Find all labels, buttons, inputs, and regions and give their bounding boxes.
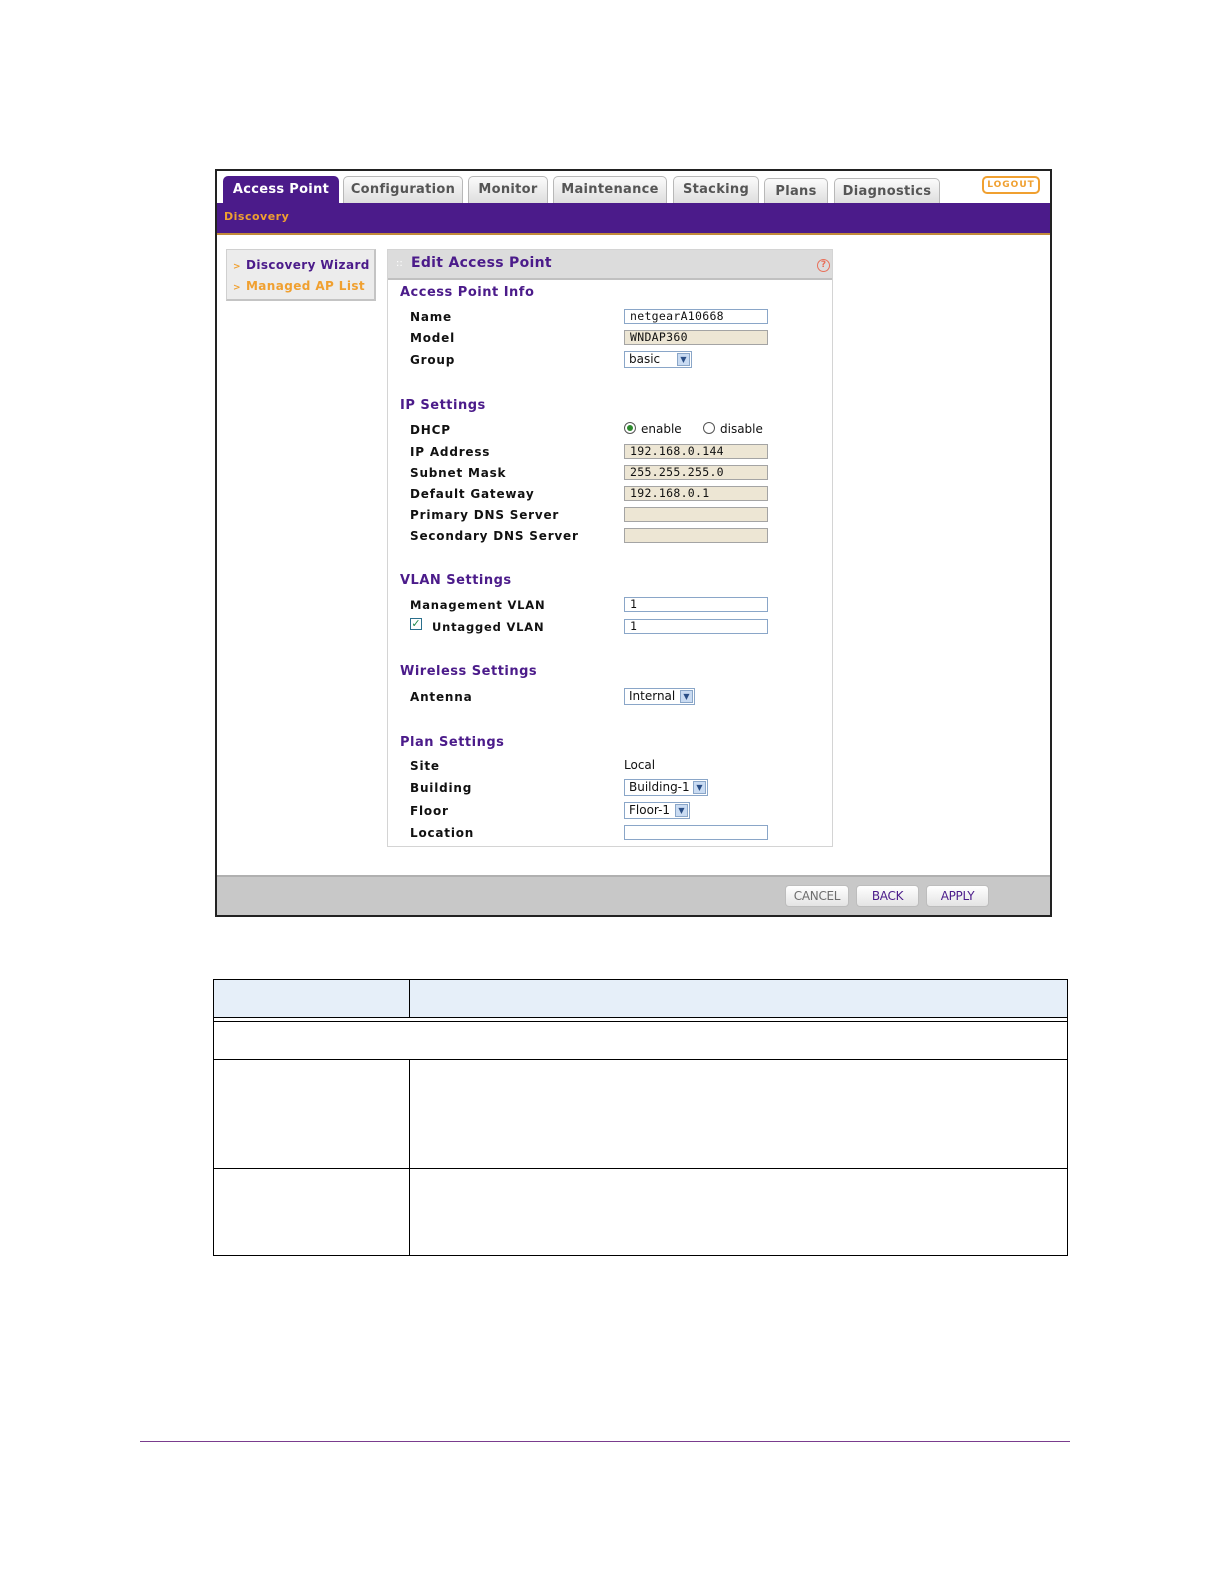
- back-button[interactable]: BACK: [856, 885, 919, 907]
- secondary-dns-field: [624, 528, 768, 543]
- dhcp-enable-radio[interactable]: [624, 422, 636, 434]
- table-border-bottom: [213, 1255, 1068, 1256]
- site-value: Local: [624, 758, 656, 772]
- table-header-row: [214, 980, 1067, 1017]
- group-select-value: basic: [629, 352, 661, 366]
- help-icon[interactable]: ?: [817, 259, 830, 272]
- dhcp-enable-label: enable: [641, 422, 682, 436]
- ap-management-window: Access Point Configuration Monitor Maint…: [215, 169, 1052, 917]
- management-vlan-input[interactable]: 1: [624, 597, 768, 612]
- tab-diagnostics[interactable]: Diagnostics: [834, 178, 940, 203]
- sidebar-item-discovery-wizard[interactable]: > Discovery Wizard: [233, 258, 370, 272]
- chevron-down-icon[interactable]: ▼: [680, 690, 693, 703]
- default-gateway-label: Default Gateway: [410, 487, 535, 501]
- tab-configuration[interactable]: Configuration: [343, 176, 463, 203]
- sub-navigation-bar: Discovery: [217, 203, 1050, 235]
- antenna-label: Antenna: [410, 690, 473, 704]
- panel-title: Edit Access Point: [411, 255, 552, 271]
- location-input[interactable]: [624, 825, 768, 840]
- floor-label: Floor: [410, 804, 449, 818]
- tab-plans[interactable]: Plans: [764, 178, 828, 203]
- floor-select[interactable]: Floor-1 ▼: [624, 802, 690, 819]
- name-label: Name: [410, 310, 452, 324]
- dhcp-disable-radio[interactable]: [703, 422, 715, 434]
- chevron-right-icon: >: [233, 283, 241, 293]
- action-bar: CANCEL BACK APPLY: [217, 875, 1050, 915]
- untagged-vlan-label: Untagged VLAN: [432, 620, 545, 634]
- site-label: Site: [410, 759, 440, 773]
- floor-select-value: Floor-1: [629, 803, 671, 817]
- table-border-right: [1067, 979, 1068, 1256]
- footer-rule: [140, 1441, 1070, 1442]
- section-vlan-settings: VLAN Settings: [400, 573, 512, 588]
- main-tab-bar: Access Point Configuration Monitor Maint…: [217, 171, 1050, 203]
- table-border-left: [213, 979, 214, 1256]
- table-column-divider: [409, 1059, 410, 1256]
- model-label: Model: [410, 331, 456, 345]
- section-ip-settings: IP Settings: [400, 398, 486, 413]
- secondary-dns-label: Secondary DNS Server: [410, 529, 579, 543]
- group-select[interactable]: basic ▼: [624, 351, 692, 368]
- table-border-top: [213, 979, 1068, 980]
- primary-dns-label: Primary DNS Server: [410, 508, 560, 522]
- settings-description-table: [213, 979, 1068, 1257]
- tab-stacking[interactable]: Stacking: [673, 176, 759, 203]
- tab-maintenance[interactable]: Maintenance: [553, 176, 667, 203]
- table-header-rule-double: [213, 1021, 1068, 1022]
- untagged-vlan-input[interactable]: 1: [624, 619, 768, 634]
- primary-dns-field: [624, 507, 768, 522]
- location-label: Location: [410, 826, 475, 840]
- table-row-divider: [213, 1059, 1068, 1060]
- ip-address-label: IP Address: [410, 445, 491, 459]
- antenna-select[interactable]: Internal ▼: [624, 688, 695, 705]
- sidebar-item-managed-ap-list[interactable]: > Managed AP List: [233, 279, 365, 293]
- ip-address-field: 192.168.0.144: [624, 444, 768, 459]
- drag-handle-icon: ::: [396, 258, 403, 269]
- group-label: Group: [410, 353, 456, 367]
- chevron-down-icon[interactable]: ▼: [693, 781, 706, 794]
- model-field: WNDAP360: [624, 330, 768, 345]
- antenna-select-value: Internal: [629, 689, 676, 703]
- sidebar-item-label: Managed AP List: [245, 279, 366, 293]
- logout-button[interactable]: LOGOUT: [982, 176, 1040, 194]
- building-select[interactable]: Building-1 ▼: [624, 779, 708, 796]
- name-input[interactable]: netgearA10668: [624, 309, 768, 324]
- management-vlan-label: Management VLAN: [410, 598, 546, 612]
- table-row-divider: [213, 1168, 1068, 1169]
- subnet-mask-label: Subnet Mask: [410, 466, 507, 480]
- subnet-mask-field: 255.255.255.0: [624, 465, 768, 480]
- table-column-divider: [409, 979, 410, 1018]
- default-gateway-field: 192.168.0.1: [624, 486, 768, 501]
- section-plan-settings: Plan Settings: [400, 735, 505, 750]
- dhcp-disable-label: disable: [720, 422, 763, 436]
- tab-monitor[interactable]: Monitor: [468, 176, 548, 203]
- dhcp-label: DHCP: [410, 423, 451, 437]
- section-wireless-settings: Wireless Settings: [400, 664, 538, 679]
- building-label: Building: [410, 781, 473, 795]
- subnav-discovery[interactable]: Discovery: [224, 210, 289, 223]
- chevron-down-icon[interactable]: ▼: [677, 353, 690, 366]
- building-select-value: Building-1: [629, 780, 690, 794]
- tab-access-point[interactable]: Access Point: [223, 176, 339, 203]
- table-header-rule: [213, 1017, 1068, 1018]
- sidebar-menu: > Discovery Wizard > Managed AP List: [226, 249, 376, 301]
- apply-button[interactable]: APPLY: [926, 885, 989, 907]
- edit-access-point-panel: :: Edit Access Point ? Access Point Info…: [387, 249, 833, 847]
- sidebar-item-label: Discovery Wizard: [245, 258, 370, 272]
- chevron-down-icon[interactable]: ▼: [675, 804, 688, 817]
- panel-header: :: Edit Access Point ?: [388, 250, 832, 280]
- section-access-point-info: Access Point Info: [400, 285, 535, 300]
- untagged-vlan-checkbox[interactable]: ✓: [410, 618, 422, 630]
- cancel-button[interactable]: CANCEL: [785, 885, 849, 907]
- chevron-right-icon: >: [233, 262, 241, 272]
